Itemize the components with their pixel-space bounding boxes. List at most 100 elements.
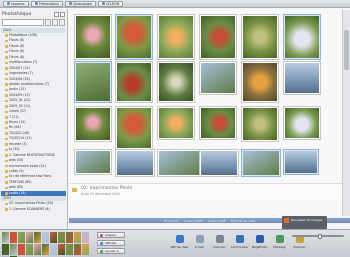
sidebar-search-row — [2, 19, 65, 26]
folder-icon — [5, 132, 8, 135]
add-to-button[interactable]: Ajouter à — [97, 248, 125, 254]
filmstrip-thumbnail[interactable] — [66, 244, 73, 255]
new-photos-notification[interactable]: Nouvelles 30 images — [282, 216, 327, 229]
sidebar-album-item[interactable]: 1: Gamme SCANNERS (6) — [1, 207, 66, 212]
photo-thumbnail[interactable] — [199, 14, 237, 60]
search-input[interactable] — [2, 19, 44, 26]
megaphoto-button[interactable]: MegaPhoto — [250, 233, 269, 255]
filmstrip-thumbnail[interactable] — [42, 232, 49, 243]
folder-icon — [5, 154, 8, 157]
photo-thumbnail[interactable] — [241, 106, 279, 142]
slideshow-button[interactable]: Présentation — [30, 0, 63, 7]
photo-thumbnail[interactable] — [74, 106, 112, 142]
filmstrip-thumbnail[interactable] — [82, 244, 89, 255]
bottom-panel: Classer Afficher Ajouter à Afficher Web … — [0, 229, 350, 257]
photo-thumbnail[interactable] — [157, 106, 195, 140]
photo-image — [285, 16, 319, 58]
filmstrip-thumbnail[interactable] — [26, 232, 33, 243]
photo-thumbnail[interactable] — [283, 106, 321, 140]
zoom-slider[interactable] — [292, 233, 344, 239]
status-date-end: 4 avril 2005 — [207, 218, 226, 223]
filmstrip-thumbnail[interactable] — [2, 244, 9, 255]
zoom-slider-knob[interactable] — [318, 233, 322, 239]
filmstrip-thumbnail[interactable] — [10, 232, 17, 243]
filmstrip-thumbnail[interactable] — [34, 244, 41, 255]
event-header: 02: Imprimantes Photo jeudi 30 décembre … — [69, 183, 342, 200]
filmstrip-thumbnail[interactable] — [10, 244, 17, 255]
photo-thumbnail[interactable] — [157, 149, 201, 177]
folder-icon — [5, 105, 8, 108]
photo-image — [76, 63, 110, 101]
folder-icon — [5, 164, 8, 168]
folder-icon — [5, 148, 8, 152]
sidebar-close-button[interactable] — [60, 11, 65, 17]
filmstrip-thumbnail[interactable] — [74, 244, 81, 255]
photo-thumbnail[interactable] — [74, 14, 112, 60]
cdrom-icon — [102, 2, 106, 5]
photo-thumbnail[interactable] — [115, 14, 153, 60]
mail-icon — [195, 235, 204, 243]
filmstrip-thumbnail[interactable] — [74, 232, 81, 243]
photo-image — [76, 108, 110, 140]
import-button[interactable]: Importer — [3, 0, 29, 7]
list-icon[interactable] — [52, 19, 58, 26]
folder-icon — [5, 34, 8, 37]
photo-thumbnail[interactable] — [283, 149, 319, 175]
photo-thumbnail[interactable] — [115, 149, 155, 177]
photo-thumbnail[interactable] — [283, 61, 321, 95]
status-date-start: 4 mars 2005 — [183, 218, 203, 223]
filmstrip-thumbnail[interactable] — [18, 244, 25, 255]
photo-thumbnail[interactable] — [283, 14, 321, 60]
filmstrip-thumbnail[interactable] — [50, 232, 57, 243]
photo-thumbnail[interactable] — [199, 149, 239, 177]
filmstrip-thumbnail[interactable] — [26, 244, 33, 255]
display-button[interactable]: Afficher — [97, 240, 125, 246]
filmstrip-thumbnail[interactable] — [2, 232, 9, 243]
filmstrip-thumbnail[interactable] — [18, 232, 25, 243]
cdrom-button[interactable]: CD-ROM — [98, 0, 124, 7]
top-toolbar: Importer Présentation Chronologie CD-ROM — [0, 0, 350, 8]
print-button[interactable]: Imprimer — [210, 233, 229, 255]
folder-icon — [5, 72, 8, 76]
sidebar-menu-button[interactable] — [54, 11, 59, 17]
photo-thumbnail[interactable] — [157, 61, 195, 103]
photo-thumbnail[interactable] — [74, 61, 112, 103]
order-button[interactable]: Commander — [230, 233, 249, 255]
photo-image — [159, 151, 199, 175]
photo-image — [159, 63, 193, 101]
photo-thumbnail[interactable] — [241, 61, 279, 103]
photo-thumbnail[interactable] — [241, 14, 279, 60]
filmstrip-thumbnail[interactable] — [82, 232, 89, 243]
sort-button[interactable]: Classer — [97, 232, 125, 238]
scrollbar-thumb[interactable] — [344, 30, 349, 70]
folder-icon — [5, 202, 8, 206]
sort-icon[interactable] — [59, 19, 65, 26]
status-size: 28,4 Mo au total — [230, 218, 256, 223]
photo-thumbnail[interactable] — [157, 14, 195, 60]
montage-button[interactable]: Montage — [270, 233, 289, 255]
grid-scrollbar[interactable] — [342, 10, 350, 216]
folder-icon — [5, 94, 8, 97]
filmstrip-thumbnail[interactable] — [42, 244, 49, 255]
filmstrip-thumbnail[interactable] — [50, 244, 57, 255]
filmstrip-thumbnail[interactable] — [58, 244, 65, 255]
filmstrip-thumbnail[interactable] — [58, 232, 65, 243]
email-button[interactable]: E-mail — [190, 233, 209, 255]
photo-thumbnail[interactable] — [199, 106, 237, 140]
import-icon — [7, 2, 10, 5]
filmstrip-thumbnail[interactable] — [66, 232, 73, 243]
photo-thumbnail[interactable] — [241, 149, 281, 177]
photo-image — [159, 16, 193, 58]
photo-thumbnail[interactable] — [199, 61, 237, 95]
grid-icon[interactable] — [45, 19, 51, 26]
photo-thumbnail[interactable] — [74, 149, 112, 175]
filmstrip — [2, 232, 94, 257]
web-album-button[interactable]: Afficher Web — [170, 233, 189, 255]
photo-image — [243, 63, 277, 101]
photo-thumbnail[interactable] — [115, 106, 153, 150]
photo-thumbnail[interactable] — [115, 61, 153, 103]
filmstrip-thumbnail[interactable] — [34, 232, 41, 243]
web-icon — [175, 235, 184, 243]
event-title: 02: Imprimantes Photo — [81, 186, 133, 191]
timeline-button[interactable]: Chronologie — [64, 0, 97, 7]
